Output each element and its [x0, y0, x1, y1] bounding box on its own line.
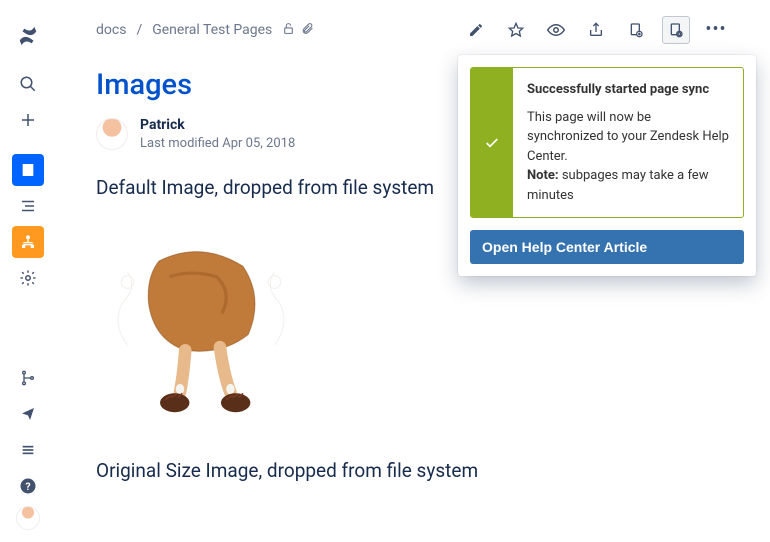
watch-button[interactable] — [542, 16, 570, 44]
alert-body: Successfully started page sync This page… — [513, 68, 743, 217]
sidebar-feedback[interactable] — [12, 398, 44, 430]
sidebar-bottom: ? — [12, 362, 44, 542]
more-button[interactable]: ••• — [702, 16, 730, 44]
alert-note: Note: subpages may take a few minutes — [527, 166, 729, 205]
open-help-center-button[interactable]: Open Help Center Article — [470, 230, 744, 264]
doc-sync-button[interactable] — [662, 16, 690, 44]
confluence-logo[interactable] — [12, 20, 44, 52]
sidebar-tree[interactable] — [12, 190, 44, 222]
modified-prefix: Last modified — [140, 136, 222, 151]
breadcrumb: docs / General Test Pages — [96, 22, 314, 39]
content-image — [96, 219, 306, 429]
sidebar-create[interactable] — [12, 104, 44, 136]
modified-date: Apr 05, 2018 — [222, 136, 295, 151]
page-toolbar: ••• — [462, 16, 730, 44]
breadcrumb-sep: / — [136, 22, 142, 38]
star-button[interactable] — [502, 16, 530, 44]
sidebar-list[interactable] — [12, 434, 44, 466]
byline-text: Patrick Last modified Apr 05, 2018 — [140, 116, 295, 152]
alert-rail — [471, 68, 513, 217]
alert-title: Successfully started page sync — [527, 80, 729, 100]
alert-message: This page will now be synchronized to yo… — [527, 108, 729, 167]
modified-line: Last modified Apr 05, 2018 — [140, 135, 295, 153]
sidebar-search[interactable] — [12, 68, 44, 100]
author-name[interactable]: Patrick — [140, 116, 295, 135]
sidebar-pages[interactable] — [12, 154, 44, 186]
breadcrumb-icons — [282, 22, 314, 39]
breadcrumb-root[interactable]: docs — [96, 22, 126, 38]
sidebar-help[interactable]: ? — [12, 470, 44, 502]
sidebar-branch[interactable] — [12, 362, 44, 394]
share-button[interactable] — [582, 16, 610, 44]
sync-popover: Successfully started page sync This page… — [458, 55, 756, 276]
doc-action-button[interactable] — [622, 16, 650, 44]
unlock-icon[interactable] — [282, 22, 295, 39]
alert-note-label: Note: — [527, 168, 559, 183]
top-row: docs / General Test Pages — [96, 14, 730, 46]
author-avatar[interactable] — [96, 118, 128, 150]
svg-text:?: ? — [25, 480, 30, 493]
edit-button[interactable] — [462, 16, 490, 44]
attachment-icon[interactable] — [301, 22, 314, 39]
sidebar-profile-avatar[interactable] — [16, 506, 40, 530]
sidebar-hierarchy[interactable] — [12, 226, 44, 258]
check-icon — [484, 135, 500, 151]
success-alert: Successfully started page sync This page… — [470, 67, 744, 218]
image-placeholder — [96, 219, 306, 429]
section-heading-2: Original Size Image, dropped from file s… — [96, 459, 730, 482]
breadcrumb-current[interactable]: General Test Pages — [152, 22, 272, 38]
app-sidebar: ? — [0, 0, 56, 542]
sidebar-settings[interactable] — [12, 262, 44, 294]
